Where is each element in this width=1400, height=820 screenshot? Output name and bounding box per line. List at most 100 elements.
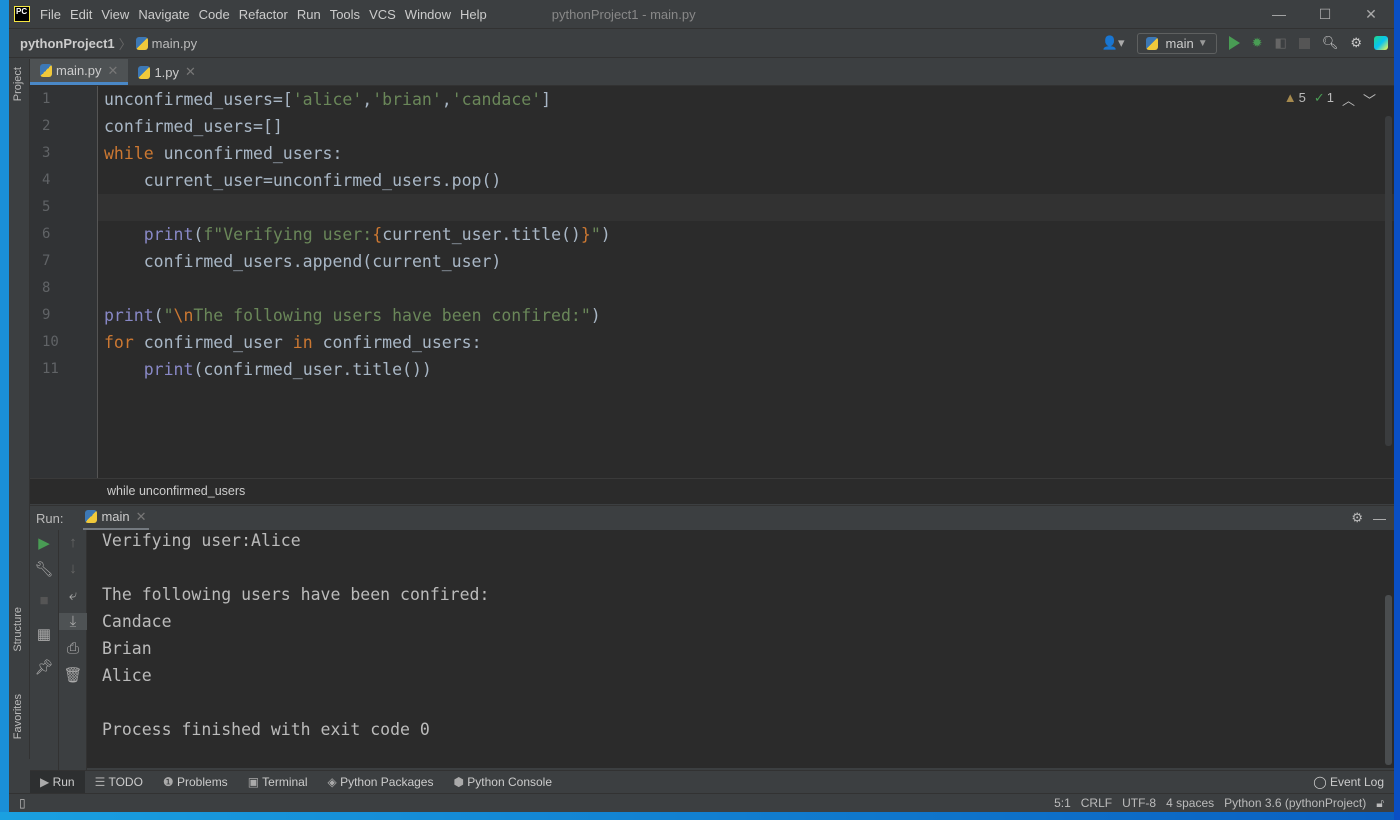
maximize-button[interactable]: ☐ bbox=[1302, 6, 1348, 23]
menu-navigate[interactable]: Navigate bbox=[138, 7, 189, 22]
gear-icon[interactable]: ⚙ bbox=[1350, 35, 1362, 51]
editor-scrollbar[interactable] bbox=[1385, 116, 1392, 446]
gear-icon[interactable]: ⚙ bbox=[1351, 510, 1363, 526]
console-line: Process finished with exit code 0 bbox=[102, 720, 430, 739]
breadcrumb-file[interactable]: main.py bbox=[152, 36, 198, 51]
run-icon[interactable] bbox=[1228, 36, 1240, 50]
code-token: 'brian' bbox=[372, 90, 442, 109]
minimize-button[interactable]: — bbox=[1256, 6, 1302, 23]
menu-view[interactable]: View bbox=[101, 7, 129, 22]
code-line[interactable]: for confirmed_user in confirmed_users: bbox=[104, 329, 482, 356]
run-config-select[interactable]: main ▼ bbox=[1136, 32, 1217, 54]
caret-position[interactable]: 5:1 bbox=[1054, 796, 1071, 810]
code-line[interactable]: while unconfirmed_users: bbox=[104, 140, 342, 167]
console-line: Brian bbox=[102, 639, 152, 658]
code-line[interactable]: confirmed_users=[] bbox=[104, 113, 283, 140]
code-line[interactable]: confirmed_users.append(current_user) bbox=[104, 248, 502, 275]
event-log-button[interactable]: ◯ Event Log bbox=[1303, 771, 1394, 794]
close-tab-icon[interactable]: ✕ bbox=[136, 509, 147, 525]
pin-icon[interactable]: 📌︎ bbox=[30, 658, 58, 676]
stop-icon[interactable] bbox=[1298, 37, 1310, 49]
code-token: confirmed_users=[] bbox=[104, 117, 283, 136]
toggle-tool-windows-icon[interactable]: ▯ bbox=[19, 796, 26, 810]
soft-wrap-icon[interactable]: ⤶ bbox=[59, 587, 87, 604]
code-line[interactable]: print("\nThe following users have been c… bbox=[104, 302, 601, 329]
line-number: 7 bbox=[42, 253, 51, 269]
close-button[interactable]: ✕ bbox=[1348, 6, 1394, 23]
project-tool-button[interactable]: Project bbox=[12, 67, 24, 101]
favorites-tool-button[interactable]: Favorites bbox=[12, 694, 24, 739]
python-interpreter[interactable]: Python 3.6 (pythonProject) bbox=[1224, 796, 1366, 810]
search-icon[interactable]: 🔍︎ bbox=[1322, 35, 1339, 51]
code-line[interactable]: print(confirmed_user.title()) bbox=[104, 356, 432, 383]
menu-code[interactable]: Code bbox=[199, 7, 230, 22]
stop-icon[interactable]: ■ bbox=[30, 592, 58, 609]
code-token: current_user.title() bbox=[382, 225, 581, 244]
warning-count: 5 bbox=[1298, 90, 1306, 105]
breadcrumb-project[interactable]: pythonProject1 bbox=[20, 36, 115, 51]
tool-tab-python-console[interactable]: ⬢ Python Console bbox=[443, 771, 562, 794]
tool-tab-todo[interactable]: ☰ TODO bbox=[85, 771, 153, 794]
menu-window[interactable]: Window bbox=[405, 7, 451, 22]
code-line[interactable]: unconfirmed_users=['alice','brian','cand… bbox=[104, 86, 551, 113]
wrench-icon[interactable]: 🔧︎ bbox=[30, 560, 58, 578]
console-output[interactable]: Verifying user:Alice The following users … bbox=[87, 530, 1394, 768]
chevron-up-icon[interactable]: ︿ bbox=[1342, 90, 1355, 109]
code-token: confirmed_user bbox=[133, 333, 293, 352]
current-line-highlight bbox=[98, 194, 1394, 221]
code-editor[interactable]: 1 2 3 4 5 6 7 8 9 10 11 unconfirmed_users=['alice'… bbox=[30, 86, 1394, 478]
console-scrollbar[interactable] bbox=[1385, 595, 1392, 765]
python-file-icon bbox=[40, 64, 52, 77]
tab-1-py[interactable]: 1.py ✕ bbox=[128, 59, 205, 85]
close-tab-icon[interactable]: ✕ bbox=[185, 64, 196, 80]
arrow-up-icon[interactable]: ↑ bbox=[59, 534, 87, 551]
file-encoding[interactable]: UTF-8 bbox=[1122, 796, 1156, 810]
layout-icon[interactable]: ▦ bbox=[30, 625, 58, 643]
line-number: 4 bbox=[42, 172, 51, 188]
editor-breadcrumb[interactable]: while unconfirmed_users bbox=[30, 478, 1394, 504]
menu-file[interactable]: File bbox=[40, 7, 61, 22]
trash-icon[interactable]: 🗑︎ bbox=[59, 666, 87, 684]
line-number: 11 bbox=[42, 361, 59, 377]
code-token: " bbox=[163, 306, 174, 325]
tool-tab-python-packages[interactable]: ◈ Python Packages bbox=[318, 771, 444, 794]
close-tab-icon[interactable]: ✕ bbox=[108, 63, 119, 79]
lock-icon[interactable]: 🔓︎ bbox=[1376, 796, 1384, 811]
code-token: ) bbox=[600, 225, 611, 244]
code-token: f"Verifying user: bbox=[203, 225, 373, 244]
inspection-widget[interactable]: ▲ 5 ✓ 1 ︿ ﹀ bbox=[1284, 90, 1376, 109]
indent-setting[interactable]: 4 spaces bbox=[1166, 796, 1214, 810]
arrow-down-icon[interactable]: ↓ bbox=[59, 560, 87, 577]
debug-icon[interactable]: ✹ bbox=[1252, 35, 1263, 51]
code-line[interactable]: current_user=unconfirmed_users.pop() bbox=[104, 167, 502, 194]
run-config-label: main bbox=[1165, 35, 1194, 51]
rerun-icon[interactable]: ▶ bbox=[30, 534, 58, 552]
minimize-panel-icon[interactable]: — bbox=[1373, 511, 1386, 526]
tool-tab-terminal[interactable]: ▣ Terminal bbox=[238, 771, 318, 794]
scroll-to-end-icon[interactable]: ⤓ bbox=[59, 613, 87, 630]
code-line[interactable]: print(f"Verifying user:{current_user.tit… bbox=[104, 221, 611, 248]
chevron-down-icon[interactable]: ﹀ bbox=[1363, 90, 1376, 109]
menu-vcs[interactable]: VCS bbox=[369, 7, 396, 22]
tab-label: main.py bbox=[56, 63, 102, 78]
line-separator[interactable]: CRLF bbox=[1081, 796, 1112, 810]
tool-tab-run[interactable]: ▶ Run bbox=[30, 770, 85, 794]
run-label: Run: bbox=[36, 510, 64, 526]
tool-tab-label: Terminal bbox=[262, 774, 308, 789]
tool-tab-problems[interactable]: ❶ Problems bbox=[153, 771, 238, 794]
print-icon[interactable]: ⎙ bbox=[59, 640, 87, 657]
menu-help[interactable]: Help bbox=[460, 7, 487, 22]
python-icon bbox=[1145, 36, 1158, 50]
menu-tools[interactable]: Tools bbox=[330, 7, 360, 22]
coverage-icon[interactable]: ◧ bbox=[1275, 35, 1287, 51]
desktop-edge-right bbox=[1394, 0, 1400, 820]
user-icon[interactable]: 👤▾ bbox=[1102, 35, 1125, 51]
tab-main-py[interactable]: main.py ✕ bbox=[30, 59, 129, 85]
line-number: 5 bbox=[42, 199, 51, 215]
menu-run[interactable]: Run bbox=[297, 7, 321, 22]
structure-tool-button[interactable]: Structure bbox=[12, 607, 24, 652]
menu-refactor[interactable]: Refactor bbox=[239, 7, 288, 22]
python-file-icon bbox=[138, 65, 151, 79]
menu-edit[interactable]: Edit bbox=[70, 7, 92, 22]
jetbrains-toolbox-icon[interactable] bbox=[1374, 36, 1388, 50]
